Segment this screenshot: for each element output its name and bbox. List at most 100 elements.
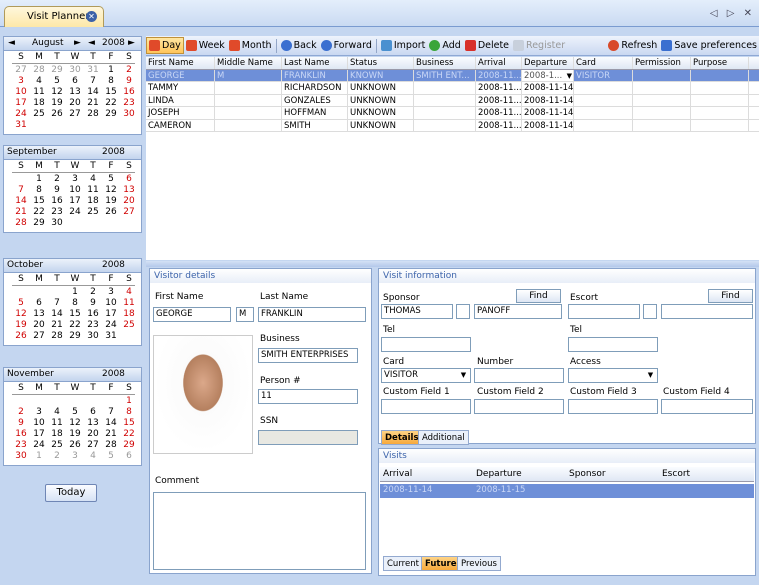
calendar-day[interactable]: 2 — [84, 287, 102, 298]
business-field[interactable]: SMITH ENTERPRISES — [258, 348, 358, 363]
calendar-day[interactable]: 6 — [30, 298, 48, 309]
table-cell[interactable]: JOSEPH — [146, 107, 215, 119]
calendar-day[interactable]: 8 — [30, 185, 48, 196]
table-cell[interactable] — [215, 82, 282, 94]
close-icon[interactable]: ✕ — [86, 11, 97, 22]
middle-name-field[interactable]: M — [236, 307, 254, 322]
calendar-day[interactable]: 19 — [48, 98, 66, 109]
calendar-day[interactable]: 5 — [102, 174, 120, 185]
calendar-day[interactable]: 20 — [30, 320, 48, 331]
calendar-day[interactable]: 4 — [84, 174, 102, 185]
table-cell[interactable] — [691, 107, 749, 119]
calendar-day[interactable]: 24 — [66, 207, 84, 218]
table-cell[interactable]: GEORGE — [146, 69, 215, 81]
table-cell[interactable] — [414, 107, 476, 119]
calendar-day[interactable]: 25 — [84, 207, 102, 218]
custom-field-1[interactable] — [381, 399, 471, 414]
sponsor-tel-field[interactable] — [381, 337, 471, 352]
calendar-day[interactable]: 14 — [84, 87, 102, 98]
custom-field-3[interactable] — [568, 399, 658, 414]
calendar-day[interactable]: 23 — [120, 98, 138, 109]
table-cell[interactable]: UNKNOWN — [348, 119, 414, 131]
tab-future[interactable]: Future — [421, 556, 461, 571]
calendar-day[interactable]: 16 — [48, 196, 66, 207]
table-cell[interactable]: KNOWN — [348, 69, 414, 81]
table-cell[interactable] — [574, 107, 633, 119]
table-cell[interactable]: RICHARDSON — [282, 82, 348, 94]
table-cell[interactable]: 2008-1... ▼ — [522, 69, 574, 81]
table-cell[interactable] — [414, 82, 476, 94]
comment-field[interactable] — [153, 492, 366, 570]
calendar-day[interactable]: 24 — [12, 109, 30, 120]
calendar-day[interactable]: 8 — [66, 298, 84, 309]
table-cell[interactable]: 2008-11... — [476, 107, 522, 119]
calendar-day[interactable]: 16 — [84, 309, 102, 320]
table-cell[interactable] — [633, 119, 691, 131]
tab-additional[interactable]: Additional — [418, 430, 469, 445]
escort-first-field[interactable] — [568, 304, 640, 319]
calendar-day[interactable]: 29 — [30, 218, 48, 229]
calendar-day[interactable]: 29 — [120, 440, 138, 451]
access-select[interactable]: ▼ — [568, 368, 658, 383]
table-cell[interactable] — [215, 94, 282, 106]
calendar-day[interactable]: 12 — [66, 418, 84, 429]
calendar-day[interactable]: 24 — [30, 440, 48, 451]
table-cell[interactable]: TAMMY — [146, 82, 215, 94]
calendar-day[interactable]: 27 — [120, 207, 138, 218]
table-cell[interactable] — [633, 107, 691, 119]
calendar-day[interactable]: 1 — [102, 65, 120, 76]
today-button[interactable]: Today — [45, 484, 97, 502]
calendar-day[interactable]: 5 — [12, 298, 30, 309]
sponsor-first-field[interactable]: THOMAS — [381, 304, 453, 319]
next-month-icon[interactable]: ► — [74, 38, 81, 48]
calendar-day[interactable]: 22 — [66, 320, 84, 331]
prev-year-icon[interactable]: ◄ — [88, 38, 95, 48]
table-row[interactable]: CAMERON SMITH UNKNOWN 2008-11... 2008-11-14 — [146, 119, 759, 132]
table-cell[interactable]: 2008-11-14 — [522, 94, 574, 106]
calendar-day[interactable]: 13 — [66, 87, 84, 98]
calendar-day[interactable]: 11 — [48, 418, 66, 429]
prev-month-icon[interactable]: ◄ — [8, 38, 15, 48]
calendar-day[interactable]: 2 — [48, 174, 66, 185]
register-button[interactable]: Register — [511, 37, 567, 54]
table-cell[interactable]: VISITOR — [574, 69, 633, 81]
table-cell[interactable] — [633, 94, 691, 106]
calendar-day[interactable]: 29 — [48, 65, 66, 76]
calendar-day[interactable]: 1 — [30, 451, 48, 462]
calendar-day[interactable]: 28 — [84, 109, 102, 120]
table-cell[interactable] — [414, 119, 476, 131]
calendar-day[interactable]: 22 — [30, 207, 48, 218]
calendar-day[interactable]: 10 — [66, 185, 84, 196]
tab-details[interactable]: Details — [381, 430, 423, 445]
month-name[interactable]: August — [32, 38, 64, 48]
calendar-day[interactable]: 15 — [66, 309, 84, 320]
visits-col-escort[interactable]: Escort — [659, 467, 752, 481]
calendar-day[interactable]: 7 — [12, 185, 30, 196]
calendar-day[interactable]: 25 — [48, 440, 66, 451]
save-preferences-button[interactable]: Save preferences — [659, 37, 759, 54]
calendar-day[interactable]: 19 — [102, 196, 120, 207]
calendar-day[interactable]: 18 — [120, 309, 138, 320]
next-year-icon[interactable]: ► — [128, 38, 135, 48]
calendar-day[interactable]: 12 — [12, 309, 30, 320]
table-cell[interactable]: M — [215, 69, 282, 81]
calendar-day[interactable]: 2 — [120, 65, 138, 76]
table-cell[interactable] — [574, 94, 633, 106]
calendar-day[interactable]: 30 — [84, 331, 102, 342]
calendar-day[interactable]: 9 — [48, 185, 66, 196]
visits-col-sponsor[interactable]: Sponsor — [566, 467, 659, 481]
calendar-day[interactable]: 14 — [12, 196, 30, 207]
year-label[interactable]: 2008 — [102, 38, 125, 48]
column-header[interactable]: Arrival — [476, 57, 522, 69]
table-row[interactable]: GEORGE M FRANKLIN KNOWN SMITH ENT... 2008-11.… — [146, 69, 759, 82]
table-cell[interactable] — [691, 119, 749, 131]
calendar-day[interactable]: 21 — [102, 429, 120, 440]
card-select[interactable]: VISITOR ▼ — [381, 368, 471, 383]
calendar-day[interactable]: 3 — [102, 287, 120, 298]
sponsor-last-field[interactable]: PANOFF — [474, 304, 562, 319]
calendar-day[interactable]: 19 — [66, 429, 84, 440]
calendar-day[interactable]: 13 — [120, 185, 138, 196]
column-header[interactable]: Departure — [522, 57, 574, 69]
calendar-day[interactable]: 13 — [30, 309, 48, 320]
calendar-day[interactable]: 24 — [102, 320, 120, 331]
